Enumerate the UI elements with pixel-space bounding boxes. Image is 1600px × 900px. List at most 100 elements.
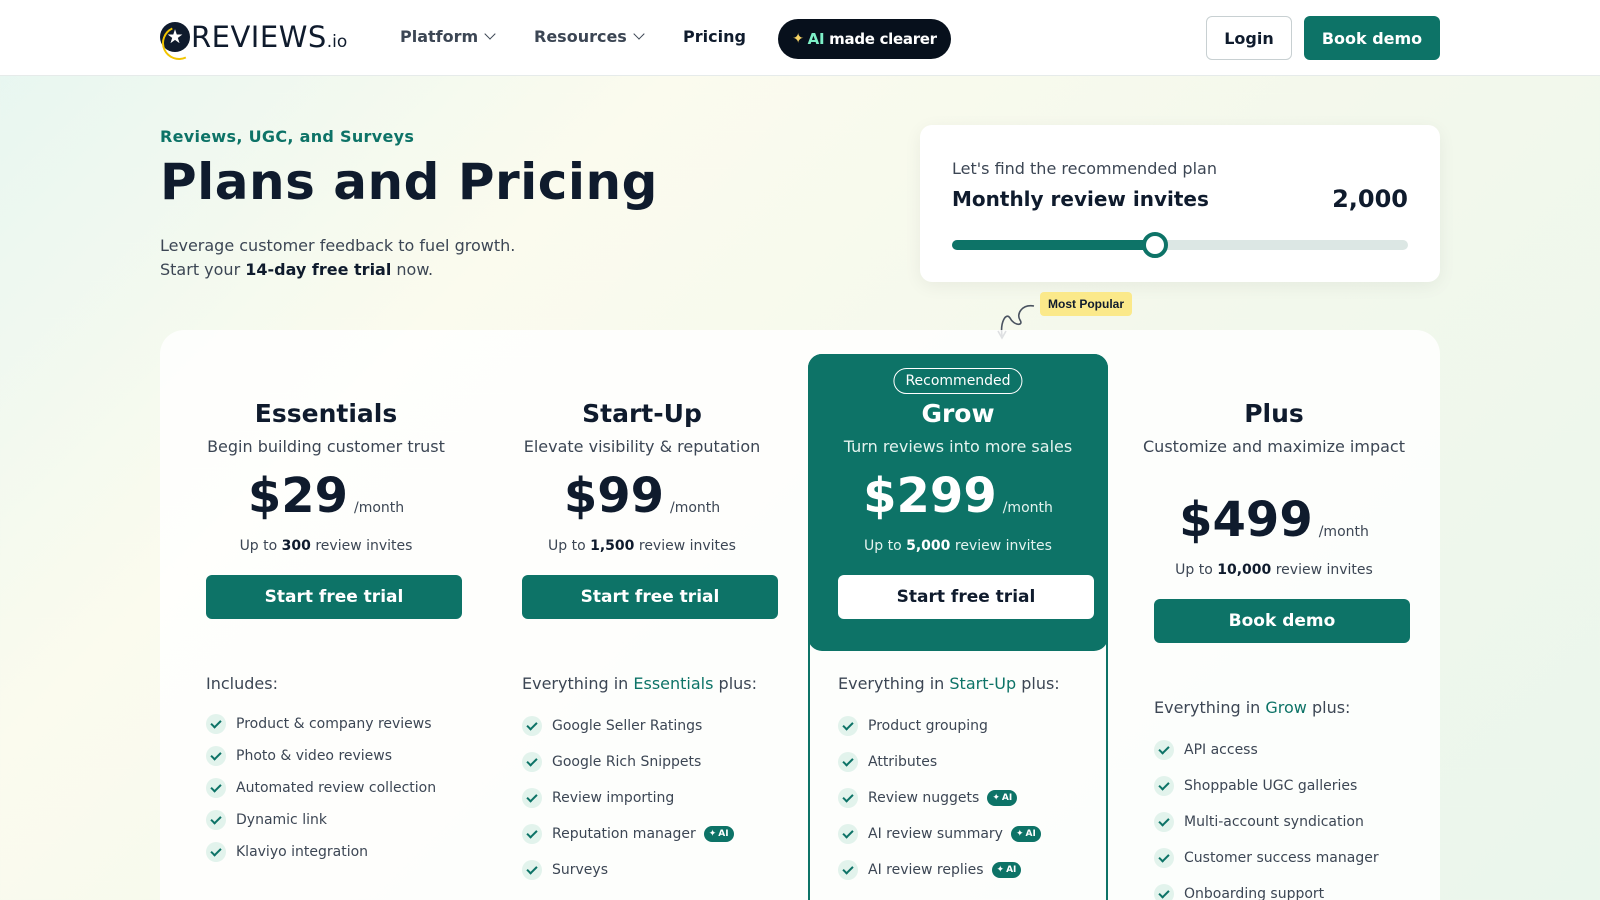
price-row: $99 /month <box>484 468 800 524</box>
star-logo-icon: ★ <box>160 22 190 52</box>
hero-eyebrow: Reviews, UGC, and Surveys <box>160 127 415 146</box>
most-popular-label: Most Popular <box>1040 292 1133 316</box>
feature-item: Customer success manager <box>1154 840 1379 876</box>
start-free-trial-button[interactable]: Start free trial <box>838 575 1094 619</box>
plan-invites: Up to 5,000 review invites <box>864 538 1052 554</box>
includes-heading: Includes: <box>206 674 278 693</box>
includes-plan-link[interactable]: Grow <box>1265 698 1307 717</box>
plan-price: $499 <box>1179 492 1313 548</box>
nav-platform[interactable]: Platform <box>400 27 496 46</box>
feature-item: Surveys <box>522 852 734 888</box>
check-icon <box>206 714 226 734</box>
price-period: /month <box>670 500 721 516</box>
ai-made-clearer-button[interactable]: ✦ AI made clearer <box>778 19 951 59</box>
invites-slider[interactable] <box>952 232 1408 258</box>
nav-resources-label: Resources <box>534 27 627 46</box>
feature-list: API access Shoppable UGC galleries Multi… <box>1154 732 1379 900</box>
check-icon <box>838 788 858 808</box>
chevron-down-icon <box>484 28 496 40</box>
feature-item: Product & company reviews <box>206 708 436 740</box>
check-icon <box>1154 812 1174 832</box>
recommender-value: 2,000 <box>1332 185 1408 213</box>
start-free-trial-button[interactable]: Start free trial <box>522 575 778 619</box>
feature-item: Reputation manager ✦ AI <box>522 816 734 852</box>
includes-plan-link[interactable]: Start-Up <box>949 674 1016 693</box>
logo[interactable]: ★ REVIEWS .io <box>160 20 347 54</box>
feature-item: Automated review collection <box>206 772 436 804</box>
check-icon <box>522 824 542 844</box>
feature-item: Shoppable UGC galleries <box>1154 768 1379 804</box>
plan-price: $299 <box>863 468 997 524</box>
check-icon <box>206 778 226 798</box>
slider-thumb[interactable] <box>1141 232 1168 258</box>
ai-badge: ✦ AI <box>991 862 1022 878</box>
logo-text: REVIEWS <box>191 20 327 54</box>
chevron-down-icon <box>633 28 645 40</box>
price-row: $299 /month <box>800 468 1116 524</box>
plan-recommender-card: Let's find the recommended plan Monthly … <box>920 125 1440 282</box>
check-icon <box>522 752 542 772</box>
nav-platform-label: Platform <box>400 27 479 46</box>
page-title: Plans and Pricing <box>160 153 658 211</box>
check-icon <box>522 860 542 880</box>
price-row: $499 /month <box>1116 492 1432 548</box>
plan-description: Begin building customer trust <box>207 437 445 456</box>
check-icon <box>206 746 226 766</box>
includes-plan-link[interactable]: Essentials <box>633 674 713 693</box>
plan-name: Plus <box>1244 399 1304 428</box>
slider-fill <box>952 240 1155 250</box>
feature-item: Google Rich Snippets <box>522 744 734 780</box>
check-icon <box>838 824 858 844</box>
book-demo-plan-button[interactable]: Book demo <box>1154 599 1410 643</box>
ai-pill-text: AI made clearer <box>807 30 937 48</box>
plan-description: Customize and maximize impact <box>1143 437 1405 456</box>
price-period: /month <box>1318 524 1369 540</box>
price-period: /month <box>1002 500 1053 516</box>
plan-name: Grow <box>921 399 995 428</box>
logo-suffix: .io <box>326 32 348 52</box>
plan-price: $99 <box>563 468 665 524</box>
hero-line-1: Leverage customer feedback to fuel growt… <box>160 236 516 255</box>
feature-list: Google Seller Ratings Google Rich Snippe… <box>522 708 734 888</box>
check-icon <box>206 810 226 830</box>
feature-item: AI review summary ✦ AI <box>838 816 1041 852</box>
ai-badge: ✦ AI <box>987 790 1018 806</box>
feature-list: Product & company reviews Photo & video … <box>206 708 436 868</box>
plan-description: Elevate visibility & reputation <box>523 437 761 456</box>
feature-item: API access <box>1154 732 1379 768</box>
feature-item: Multi-account syndication <box>1154 804 1379 840</box>
check-icon <box>1154 776 1174 796</box>
check-icon <box>838 860 858 880</box>
hero-line-2: Start your 14-day free trial now. <box>160 260 434 279</box>
nav-resources[interactable]: Resources <box>534 27 645 46</box>
includes-heading: Everything in Essentials plus: <box>522 674 758 693</box>
check-icon <box>1154 848 1174 868</box>
plan-card-plus: Plus Customize and maximize impact $499 … <box>1116 330 1432 900</box>
nav-pricing[interactable]: Pricing <box>683 27 746 46</box>
check-icon <box>838 752 858 772</box>
feature-item: Onboarding support <box>1154 876 1379 900</box>
hero-subtitle: Leverage customer feedback to fuel growt… <box>160 234 515 282</box>
check-icon <box>1154 884 1174 900</box>
feature-item: Photo & video reviews <box>206 740 436 772</box>
start-free-trial-button[interactable]: Start free trial <box>206 575 462 619</box>
recommended-badge: Recommended <box>893 368 1023 394</box>
plan-card-grow: Recommended Grow Turn reviews into more … <box>800 330 1116 900</box>
feature-list: Product grouping Attributes Review nugge… <box>838 708 1041 888</box>
feature-item: Google Seller Ratings <box>522 708 734 744</box>
includes-heading: Everything in Grow plus: <box>1154 698 1351 717</box>
feature-item: Product grouping <box>838 708 1041 744</box>
check-icon <box>206 842 226 862</box>
plan-name: Start-Up <box>582 399 702 428</box>
check-icon <box>838 716 858 736</box>
feature-item: Review nuggets ✦ AI <box>838 780 1041 816</box>
ai-badge: ✦ AI <box>703 826 734 842</box>
plan-price: $29 <box>247 468 349 524</box>
book-demo-button[interactable]: Book demo <box>1304 16 1440 60</box>
login-button[interactable]: Login <box>1206 16 1292 60</box>
plan-card-essentials: Essentials Begin building customer trust… <box>168 330 484 900</box>
feature-item: Review importing <box>522 780 734 816</box>
recommender-caption: Let's find the recommended plan <box>952 159 1217 178</box>
plan-description: Turn reviews into more sales <box>843 437 1073 456</box>
plan-invites: Up to 10,000 review invites <box>1175 562 1373 578</box>
